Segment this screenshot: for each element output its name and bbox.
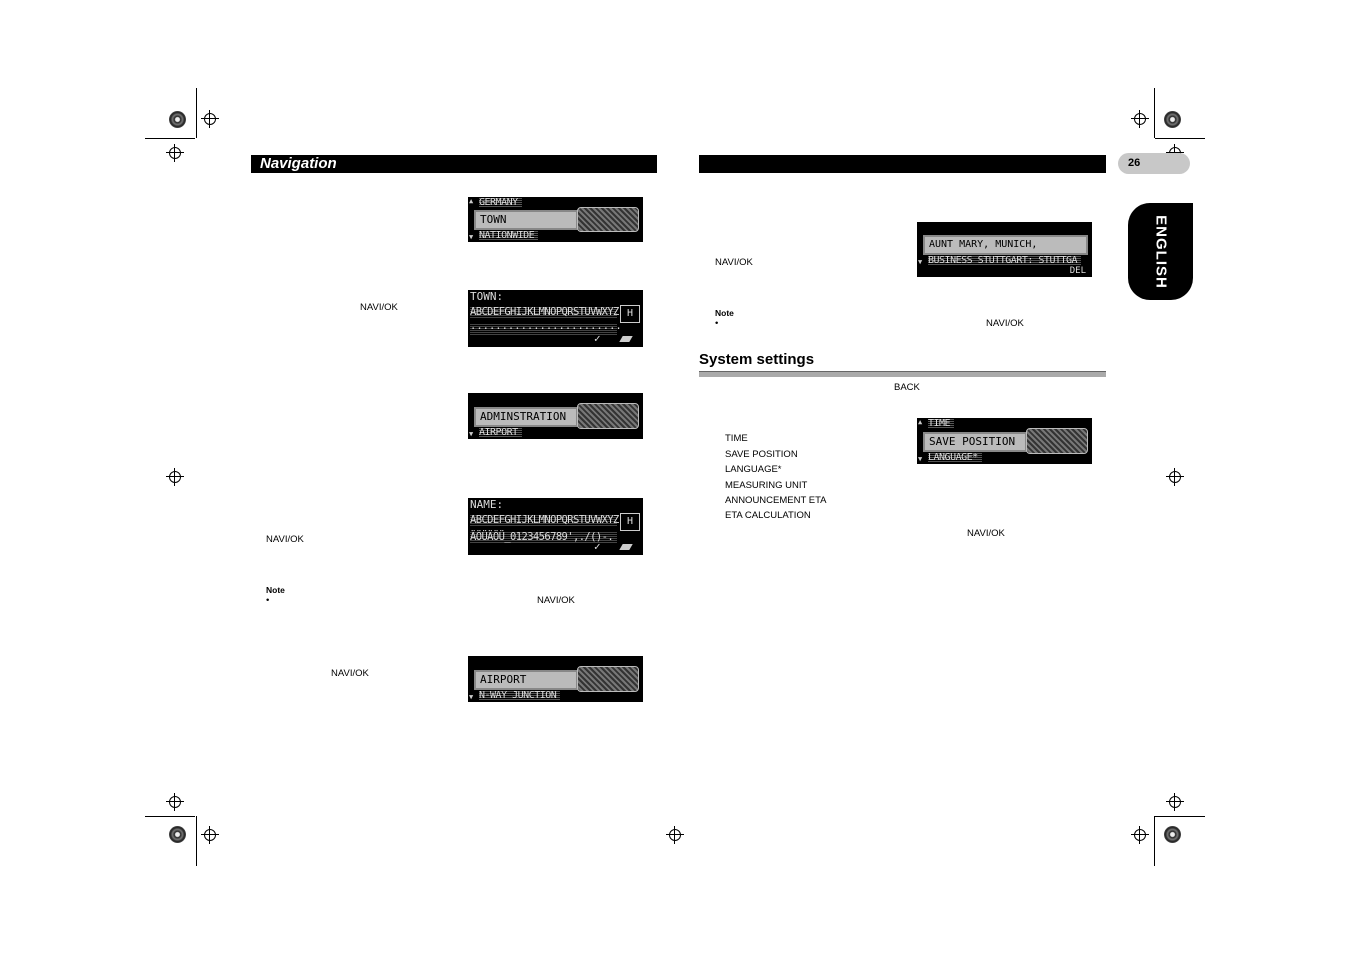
crop-mark [1155, 816, 1205, 817]
airplane-picture-icon [577, 666, 639, 692]
menu-item-announcement-eta: ANNOUNCEMENT ETA [725, 495, 827, 506]
section-title: Navigation [260, 155, 337, 172]
menu-item-measuring-unit: MEASURING UNIT [725, 480, 808, 491]
navi-ok-button-label: NAVI/OK [537, 595, 575, 606]
registration-mark [1166, 793, 1184, 811]
section-header-bar: Navigation [251, 155, 657, 173]
back-button-label: BACK [894, 382, 920, 393]
screen-label: NAME: [470, 498, 504, 511]
menu-item-eta-calculation: ETA CALCULATION [725, 510, 811, 521]
screen-selected-item: AUNT MARY, MUNICH, [923, 235, 1088, 255]
administration-picture-icon [577, 403, 639, 429]
section-header-bar-right [699, 155, 1106, 173]
screen-selected-item: AIRPORT [474, 670, 578, 690]
town-picture-icon [577, 207, 639, 232]
registration-mark [666, 826, 684, 844]
registration-disc [1164, 111, 1181, 128]
current-char: H [620, 305, 640, 323]
screen-system: ▲ TIME SAVE POSITION ▼ LANGUAGE* [917, 418, 1092, 464]
heading-rule [699, 371, 1106, 377]
registration-mark [201, 110, 219, 128]
crop-mark [145, 138, 195, 139]
screen-line: AIRPORT [479, 427, 522, 438]
down-arrow-icon: ▼ [918, 258, 923, 266]
screen-selected-item: ADMINSTRATION [474, 407, 578, 427]
keyboard-row: ABCDEFGHIJKLMNOPQRSTUVWXYZ [470, 306, 619, 318]
settings-picture-icon [1026, 428, 1088, 454]
menu-item-save-position: SAVE POSITION [725, 449, 798, 460]
crop-mark [1154, 816, 1155, 866]
navi-ok-button-label: NAVI/OK [986, 318, 1024, 329]
manual-page: Navigation 26 ENGLISH ▲ GERMANY TOWN ▼ N… [0, 0, 1351, 954]
screen-label: TOWN: [470, 290, 504, 303]
screen-line: GERMANY [479, 197, 522, 208]
page-number: 26 [1118, 153, 1190, 174]
screen-line: LANGUAGE* [928, 452, 982, 463]
registration-mark [1166, 468, 1184, 486]
section-heading: System settings [699, 351, 815, 368]
registration-mark [201, 826, 219, 844]
registration-disc [1164, 826, 1181, 843]
registration-mark [166, 468, 184, 486]
crop-mark [145, 816, 195, 817]
screen-airport: AIRPORT ▼ N-WAY JUNCTION [468, 656, 643, 702]
navi-ok-button-label: NAVI/OK [360, 302, 398, 313]
eraser-icon [619, 336, 633, 342]
navi-ok-button-label: NAVI/OK [331, 668, 369, 679]
check-icon: ✓ [594, 332, 601, 345]
screen-selected-item: TOWN [474, 210, 578, 230]
registration-mark [1131, 826, 1149, 844]
note-bullet: • [715, 318, 719, 329]
current-char: H [620, 513, 640, 531]
registration-mark [166, 793, 184, 811]
screen-line: BUSINESS STUTTGART: STUTTGA [928, 255, 1082, 266]
delete-label: DEL [1069, 266, 1086, 276]
note-bullet: • [266, 595, 270, 606]
crop-mark [196, 88, 197, 138]
keyboard-row: ABCDEFGHIJKLMNOPQRSTUVWXYZ [470, 514, 619, 526]
screen-line: N-WAY JUNCTION [479, 690, 561, 701]
navi-ok-button-label: NAVI/OK [266, 534, 304, 545]
screen-address-book: AUNT MARY, MUNICH, ▼ BUSINESS STUTTGART:… [917, 222, 1092, 277]
up-arrow-icon: ▲ [918, 418, 923, 426]
menu-item-language: LANGUAGE* [725, 464, 782, 475]
language-tab: ENGLISH [1128, 203, 1193, 300]
crop-mark [1155, 138, 1205, 139]
screen-country: ▲ GERMANY TOWN ▼ NATIONWIDE [468, 197, 643, 242]
down-arrow-icon: ▼ [469, 430, 474, 438]
navi-ok-button-label: NAVI/OK [715, 257, 753, 268]
navi-ok-button-label: NAVI/OK [967, 528, 1005, 539]
registration-disc [169, 111, 186, 128]
screen-selected-item: SAVE POSITION [923, 432, 1027, 452]
down-arrow-icon: ▼ [469, 693, 474, 701]
down-arrow-icon: ▼ [469, 233, 474, 241]
screen-line: TIME [928, 418, 955, 429]
eraser-icon [619, 544, 633, 550]
screen-town-entry: TOWN: ABCDEFGHIJKLMNOPQRSTUVWXYZ H ·····… [468, 290, 643, 347]
down-arrow-icon: ▼ [918, 455, 923, 463]
check-icon: ✓ [594, 540, 601, 553]
screen-category: ADMINSTRATION ▼ AIRPORT [468, 393, 643, 439]
registration-mark [1131, 110, 1149, 128]
crop-mark [1154, 88, 1155, 138]
registration-disc [169, 826, 186, 843]
up-arrow-icon: ▲ [469, 197, 474, 205]
screen-name-entry: NAME: ABCDEFGHIJKLMNOPQRSTUVWXYZ H ÄÖÜÄÖ… [468, 498, 643, 555]
language-tab-label: ENGLISH [1152, 214, 1169, 289]
menu-item-time: TIME [725, 433, 748, 444]
crop-mark [196, 816, 197, 866]
screen-line: NATIONWIDE [479, 230, 539, 241]
registration-mark [166, 144, 184, 162]
